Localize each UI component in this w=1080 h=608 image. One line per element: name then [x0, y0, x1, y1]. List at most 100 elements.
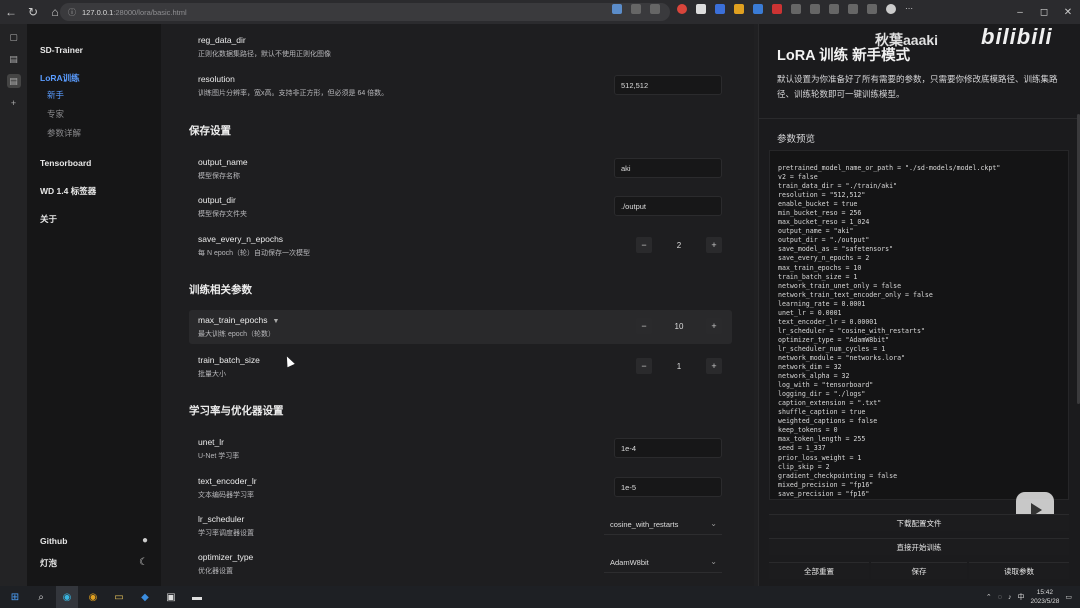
network-icon[interactable]: ◌ — [998, 594, 1002, 601]
page-description: 默认设置为你准备好了所有需要的参数，只需要你修改底模路径、训练集路径、训练轮数即… — [777, 74, 1058, 99]
sidebar-item-lora[interactable]: LoRA训练 — [27, 70, 161, 86]
explorer-icon[interactable]: ▭ — [108, 586, 130, 608]
volume-icon[interactable]: ♪ — [1008, 594, 1012, 601]
sidebar-item-basic[interactable]: 新手 — [27, 86, 161, 105]
param-name: output_dir — [198, 195, 236, 205]
start-training-button[interactable]: 直接开始训练 — [769, 538, 1069, 555]
address-bar[interactable]: ⓘ 127.0.0.1:28000/lora/basic.html — [60, 3, 670, 21]
maximize-icon[interactable]: ◻ — [1032, 0, 1056, 24]
output-dir-input[interactable]: ./output — [614, 196, 722, 216]
sidebar-footer: Github ● 灯泡 ☾ — [27, 530, 161, 574]
sidebar-item-params[interactable]: 参数详解 — [27, 124, 161, 143]
extensions-bar: ⋯ — [612, 4, 915, 14]
decrement-button[interactable]: − — [636, 358, 652, 374]
terminal-icon[interactable]: ▬ — [186, 586, 208, 608]
param-desc: 最大训练 epoch（轮数） — [198, 331, 276, 338]
extension-blue-icon[interactable] — [715, 4, 725, 14]
param-name: output_name — [198, 157, 248, 167]
unet-lr-input[interactable]: 1e-4 — [614, 438, 722, 458]
read-aloud-icon[interactable] — [631, 4, 641, 14]
param-desc: 学习率调度器设置 — [198, 530, 254, 537]
increment-button[interactable]: + — [705, 237, 722, 253]
param-row: output_dir 模型保存文件夹 ./output — [189, 190, 732, 224]
resolution-input[interactable]: 512,512 — [614, 75, 722, 95]
caret-down-icon[interactable]: ▼ — [272, 318, 279, 325]
config-preview[interactable]: pretrained_model_name_or_path = "./sd-mo… — [769, 150, 1069, 500]
url-host: 127.0.0.1 — [82, 7, 114, 17]
vscode-icon[interactable]: ◆ — [134, 586, 156, 608]
start-icon[interactable]: ⊞ — [4, 586, 26, 608]
download-icon[interactable] — [867, 4, 877, 14]
param-name: unet_lr — [198, 437, 224, 447]
param-name: reg_data_dir — [198, 35, 246, 45]
param-row: lr_scheduler 学习率调度器设置 cosine_with_restar… — [189, 509, 732, 543]
sidebar-item-tagger[interactable]: WD 1.4 标签器 — [27, 183, 161, 199]
ime-indicator[interactable]: 中 — [1017, 592, 1024, 602]
clock[interactable]: 15:42 2023/5/28 — [1030, 588, 1059, 606]
reload-icon[interactable]: ↻ — [22, 0, 44, 24]
stepper-value[interactable]: 2 — [677, 241, 681, 250]
extensions-icon[interactable] — [791, 4, 801, 14]
close-icon[interactable]: ✕ — [1056, 0, 1080, 24]
tab-icon[interactable]: ▢ — [7, 30, 21, 44]
sidebar-item-tensorboard[interactable]: Tensorboard — [27, 155, 161, 171]
chrome-icon[interactable]: ◉ — [82, 586, 104, 608]
param-desc: U-Net 学习率 — [198, 453, 240, 460]
github-icon: ● — [141, 535, 148, 546]
system-tray: ⌃ ◌ ♪ 中 15:42 2023/5/28 ▭ — [986, 587, 1072, 607]
notification-icon[interactable]: ▭ — [1065, 593, 1072, 601]
lr-scheduler-select[interactable]: cosine_with_restarts ⌄ — [604, 515, 722, 535]
text-encoder-lr-input[interactable]: 1e-5 — [614, 477, 722, 497]
page-icon[interactable]: ▤ — [7, 52, 21, 66]
param-row: optimizer_type 优化器设置 AdamW8bit ⌄ — [189, 547, 732, 581]
bilibili-logo: bilibili — [981, 24, 1053, 49]
url-path: :28000/lora/basic.html — [113, 7, 187, 17]
increment-button[interactable]: + — [705, 358, 722, 374]
search-icon[interactable]: ⌕ — [30, 586, 52, 608]
extension-red-icon[interactable] — [677, 4, 687, 14]
param-row: output_name 模型保存名称 aki — [189, 152, 732, 186]
app-title[interactable]: SD-Trainer — [27, 42, 161, 58]
save-button[interactable]: 保存 — [871, 562, 967, 579]
collections-icon[interactable] — [848, 4, 858, 14]
download-config-button[interactable]: 下载配置文件 — [769, 514, 1069, 531]
load-params-button[interactable]: 读取参数 — [969, 562, 1069, 579]
decrement-button[interactable]: − — [636, 237, 652, 253]
theme-toggle[interactable]: 灯泡 ☾ — [27, 552, 161, 574]
tag-icon[interactable] — [612, 4, 622, 14]
back-icon[interactable]: ← — [0, 0, 22, 24]
stepper-value[interactable]: 1 — [677, 362, 681, 371]
optimizer-select[interactable]: AdamW8bit ⌄ — [604, 553, 722, 573]
sidebar-item-about[interactable]: 关于 — [27, 211, 161, 227]
extension-shield-icon[interactable] — [753, 4, 763, 14]
favorites-icon[interactable] — [810, 4, 820, 14]
info-icon[interactable]: ⓘ — [68, 7, 76, 18]
select-value: AdamW8bit — [610, 558, 649, 567]
edge-icon[interactable]: ◉ — [56, 586, 78, 608]
more-icon[interactable]: ⋯ — [905, 4, 915, 14]
reset-all-button[interactable]: 全部重置 — [769, 562, 869, 579]
save-epochs-stepper: − 2 + — [636, 235, 722, 255]
minimize-icon[interactable]: – — [1008, 0, 1032, 24]
extension-orange-icon[interactable] — [734, 4, 744, 14]
window-controls: – ◻ ✕ — [1008, 0, 1080, 24]
active-page-icon[interactable]: ▤ — [6, 74, 21, 88]
add-icon[interactable]: + — [7, 96, 21, 110]
param-desc: 优化器设置 — [198, 568, 233, 575]
extension-white-icon[interactable] — [696, 4, 706, 14]
divider — [759, 118, 1080, 119]
sidebar-item-expert[interactable]: 专家 — [27, 105, 161, 124]
app-icon[interactable]: ▣ — [160, 586, 182, 608]
history-icon[interactable] — [829, 4, 839, 14]
output-name-input[interactable]: aki — [614, 158, 722, 178]
extension-record-icon[interactable] — [772, 4, 782, 14]
github-link[interactable]: Github ● — [27, 530, 161, 552]
chevron-down-icon: ⌄ — [710, 557, 717, 566]
decrement-button[interactable]: − — [636, 318, 652, 334]
stepper-value[interactable]: 10 — [675, 322, 684, 331]
favorite-icon[interactable] — [650, 4, 660, 14]
tray-arrow-icon[interactable]: ⌃ — [986, 593, 992, 601]
profile-avatar[interactable] — [886, 4, 896, 14]
param-name-text: max_train_epochs — [198, 315, 268, 325]
increment-button[interactable]: + — [706, 318, 722, 334]
